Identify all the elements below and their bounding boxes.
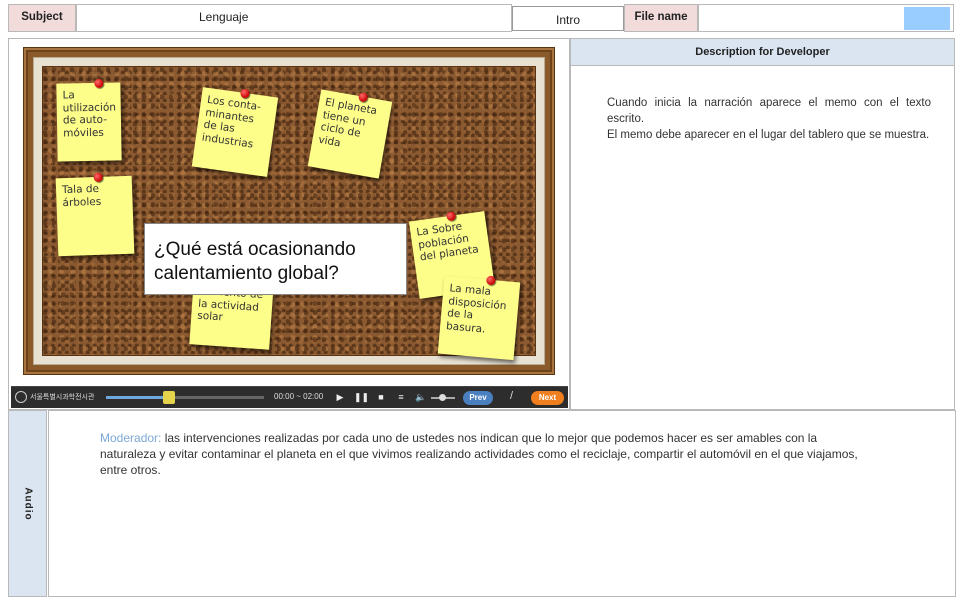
list-button[interactable]: ≡ xyxy=(395,391,407,403)
play-icon: ▶ xyxy=(336,392,344,402)
player-logo: 서울특별시과학전시관 xyxy=(15,391,94,403)
next-button[interactable]: Next xyxy=(531,391,564,405)
description-line: Cuando inicia la narración aparece el me… xyxy=(607,97,931,125)
time-readout: 00:00 ~ 02:00 xyxy=(274,392,324,401)
prev-button[interactable]: Prev xyxy=(463,391,493,405)
sticky-note-basura: La mala disposición de la basura. xyxy=(437,275,521,361)
file-name-label: File name xyxy=(624,4,698,32)
volume-button[interactable]: 🔈 xyxy=(415,391,427,403)
pushpin-icon xyxy=(94,78,104,88)
description-title: Description for Developer xyxy=(571,39,954,66)
audio-script: Moderador: las intervenciones realizadas… xyxy=(100,430,870,478)
list-icon: ≡ xyxy=(398,392,404,402)
pushpin-icon xyxy=(93,172,103,183)
file-name-swatch xyxy=(904,7,950,30)
play-button[interactable]: ▶ xyxy=(334,391,346,403)
audio-panel: Moderador: las intervenciones realizadas… xyxy=(48,410,956,597)
progress-slider[interactable] xyxy=(106,391,264,404)
subject-value: Lenguaje xyxy=(76,4,512,32)
pushpin-icon xyxy=(239,88,251,99)
description-body: Cuando inicia la narración aparece el me… xyxy=(571,66,954,143)
intro-field: Intro xyxy=(512,6,624,31)
pause-button[interactable]: ❚❚ xyxy=(354,391,370,403)
pushpin-icon xyxy=(446,211,457,222)
media-player-bar: 서울특별시과학전시관 00:00 ~ 02:00 ▶ ❚❚ ■ ≡ 🔈 Prev… xyxy=(11,386,568,408)
sticky-note-text: La Sobre población del planeta xyxy=(415,220,480,264)
sticky-note-text: La utilización de auto- móviles xyxy=(62,89,117,139)
sticky-note-text: Tala de árboles xyxy=(61,182,102,209)
progress-fill xyxy=(106,396,170,399)
sticky-note-text: Los conta- minantes de las industrias xyxy=(201,93,262,151)
pushpin-icon xyxy=(485,275,496,286)
sticky-note-ciclo-de-vida: El planeta tiene un ciclo de vida xyxy=(307,89,393,179)
stop-icon: ■ xyxy=(378,392,384,402)
description-line: El memo debe aparecer en el lugar del ta… xyxy=(607,129,930,141)
sticky-note-text: El planeta tiene un ciclo de vida xyxy=(317,96,378,149)
audio-script-text: las intervenciones realizadas por cada u… xyxy=(100,431,858,477)
subject-label: Subject xyxy=(8,4,76,32)
progress-handle[interactable] xyxy=(163,391,176,404)
description-panel: Description for Developer Cuando inicia … xyxy=(570,38,955,410)
sticky-note-text: La mala disposición de la basura. xyxy=(445,282,507,336)
speaker-name: Moderador: xyxy=(100,431,162,445)
nav-separator: / xyxy=(510,390,514,402)
sticky-note-contaminantes: Los conta- minantes de las industrias xyxy=(191,87,279,177)
pause-icon: ❚❚ xyxy=(354,392,370,402)
scene-panel: La utilización de auto- móviles Los cont… xyxy=(8,38,570,410)
pushpin-icon xyxy=(357,92,369,103)
stop-button[interactable]: ■ xyxy=(375,391,387,403)
volume-handle[interactable] xyxy=(439,394,446,401)
question-box: ¿Qué está ocasionando calentamiento glob… xyxy=(144,223,407,295)
audio-label: Audio xyxy=(8,410,47,597)
sticky-note-automoviles: La utilización de auto- móviles xyxy=(56,78,122,162)
seal-icon xyxy=(15,391,27,403)
volume-icon: 🔈 xyxy=(415,392,427,402)
sticky-note-tala-de-arboles: Tala de árboles xyxy=(55,172,135,257)
